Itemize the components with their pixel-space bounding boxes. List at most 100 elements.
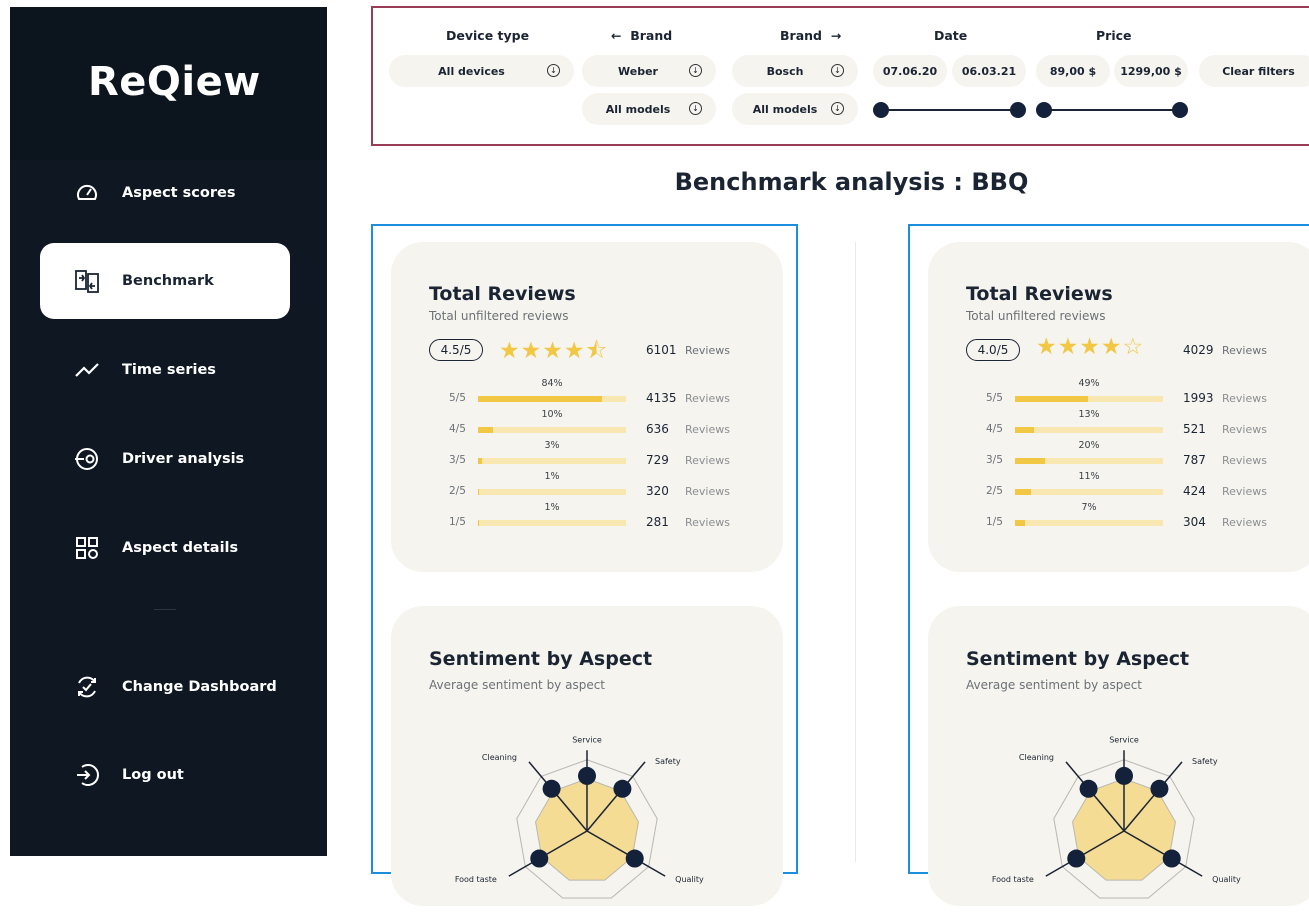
brand-right-select[interactable]: Bosch ↓ <box>732 55 858 87</box>
sync-icon <box>73 673 101 701</box>
model-right-value: All models <box>752 102 818 116</box>
grid-icon <box>73 534 101 562</box>
rating-percent: 49% <box>1078 378 1100 389</box>
rating-bar-fill <box>1015 520 1026 526</box>
radar-axis-label: Cleaning <box>1019 753 1054 762</box>
rating-percent: 3% <box>544 440 560 451</box>
radar-axis-label: Quality <box>675 875 704 884</box>
radar-axis-label: Service <box>1109 735 1139 744</box>
rating-bar-fill <box>478 458 483 464</box>
card-subtitle: Total unfiltered reviews <box>966 309 1106 323</box>
card-subtitle: Average sentiment by aspect <box>429 678 606 692</box>
app-logo[interactable]: ReQiew <box>88 59 261 105</box>
rating-level: 3/5 <box>986 454 1003 466</box>
sentiment-card: Sentiment by Aspect Average sentiment by… <box>928 606 1309 906</box>
total-count: 6101 <box>646 343 677 357</box>
rating-percent: 13% <box>1078 409 1100 420</box>
slider-handle-end[interactable] <box>1010 102 1026 118</box>
rating-count-label: Reviews <box>685 392 730 405</box>
sidebar-item-label: Aspect details <box>122 540 239 556</box>
radar-point <box>1115 766 1133 785</box>
total-count: 4029 <box>1183 343 1214 357</box>
rating-bar-track <box>1015 458 1163 464</box>
price-from-field[interactable]: 89,00 $ <box>1036 55 1110 87</box>
brand-left-label-text: Brand <box>630 28 673 43</box>
rating-count-label: Reviews <box>1222 454 1267 467</box>
star-rating: ★★★★☆ <box>1036 334 1145 360</box>
chevron-down-icon: ↓ <box>547 64 560 77</box>
device-type-select[interactable]: All devices ↓ <box>389 55 574 87</box>
rating-bar-track <box>1015 396 1163 402</box>
rating-row: 2/5 1% 320 Reviews <box>391 471 783 505</box>
rating-bar-track <box>478 489 626 495</box>
clear-filters-button[interactable]: Clear filters <box>1199 55 1309 87</box>
brand-right-label: Brand → <box>780 28 841 43</box>
price-to-field[interactable]: 1299,00 $ <box>1114 55 1188 87</box>
brand-left-select[interactable]: Weber ↓ <box>582 55 716 87</box>
rating-count-label: Reviews <box>1222 423 1267 436</box>
rating-level: 1/5 <box>449 516 466 528</box>
filter-bar: Device type ← Brand Brand → Date Price A… <box>371 6 1309 146</box>
card-title: Sentiment by Aspect <box>966 648 1190 670</box>
rating-row: 5/5 49% 1993 Reviews <box>928 378 1309 412</box>
rating-bar-fill <box>1015 427 1035 433</box>
rating-bar-track <box>478 520 626 526</box>
slider-handle-end[interactable] <box>1172 102 1188 118</box>
brand-left-value: Weber <box>618 64 658 78</box>
rating-count: 1993 <box>1183 391 1214 405</box>
rating-count-label: Reviews <box>685 454 730 467</box>
rating-count-label: Reviews <box>1222 485 1267 498</box>
rating-count-label: Reviews <box>685 516 730 529</box>
sidebar: ReQiew Aspect scores Benchmark Time seri… <box>10 7 327 856</box>
rating-count: 521 <box>1183 422 1206 436</box>
rating-percent: 11% <box>1078 471 1100 482</box>
sidebar-item-time-series[interactable]: Time series <box>40 332 290 408</box>
chevron-down-icon: ↓ <box>689 64 702 77</box>
radar-point <box>1079 779 1098 798</box>
sidebar-item-driver-analysis[interactable]: Driver analysis <box>40 421 290 497</box>
date-range-slider[interactable] <box>873 102 1026 118</box>
radar-svg: Service Safety Quality Food taste Cleaning <box>455 735 704 899</box>
card-title: Sentiment by Aspect <box>429 648 653 670</box>
date-label: Date <box>934 28 968 43</box>
card-title: Total Reviews <box>429 283 576 305</box>
score-badge: 4.5/5 <box>429 339 483 361</box>
total-count-label: Reviews <box>685 344 730 357</box>
target-icon <box>73 445 101 473</box>
price-label: Price <box>1096 28 1132 43</box>
slider-handle-start[interactable] <box>873 102 889 118</box>
rating-row: 3/5 3% 729 Reviews <box>391 440 783 474</box>
rating-bar-track <box>478 458 626 464</box>
arrow-left-icon: ← <box>611 28 622 43</box>
rating-bar-fill <box>478 396 603 402</box>
sidebar-item-log-out[interactable]: Log out <box>40 737 290 813</box>
radar-axis-label: Food taste <box>455 875 497 884</box>
date-from-field[interactable]: 07.06.20 <box>873 55 947 87</box>
rating-count: 304 <box>1183 515 1206 529</box>
model-right-select[interactable]: All models ↓ <box>732 93 858 125</box>
sidebar-item-change-dashboard[interactable]: Change Dashboard <box>40 649 290 725</box>
card-title: Total Reviews <box>966 283 1113 305</box>
rating-level: 4/5 <box>449 423 466 435</box>
card-subtitle: Average sentiment by aspect <box>966 678 1143 692</box>
page-title-row: Benchmark analysis : BBQ <box>0 168 1309 196</box>
model-left-select[interactable]: All models ↓ <box>582 93 716 125</box>
rating-level: 3/5 <box>449 454 466 466</box>
chevron-down-icon: ↓ <box>831 64 844 77</box>
slider-handle-start[interactable] <box>1036 102 1052 118</box>
rating-bar-track <box>478 427 626 433</box>
slider-track <box>880 109 1019 111</box>
radar-axis-label: Safety <box>1192 757 1218 766</box>
rating-row: 2/5 11% 424 Reviews <box>928 471 1309 505</box>
rating-count: 729 <box>646 453 669 467</box>
price-range-slider[interactable] <box>1036 102 1188 118</box>
benchmark-panel-right: Total Reviews Total unfiltered reviews 4… <box>908 224 1309 906</box>
rating-level: 5/5 <box>986 392 1003 404</box>
rating-row: 1/5 1% 281 Reviews <box>391 502 783 536</box>
chevron-down-icon: ↓ <box>689 102 702 115</box>
sidebar-item-benchmark[interactable]: Benchmark <box>40 243 290 319</box>
date-to-field[interactable]: 06.03.21 <box>952 55 1026 87</box>
sidebar-item-aspect-details[interactable]: Aspect details <box>40 510 290 586</box>
rating-bar-fill <box>478 427 493 433</box>
rating-bar-fill <box>1015 396 1088 402</box>
